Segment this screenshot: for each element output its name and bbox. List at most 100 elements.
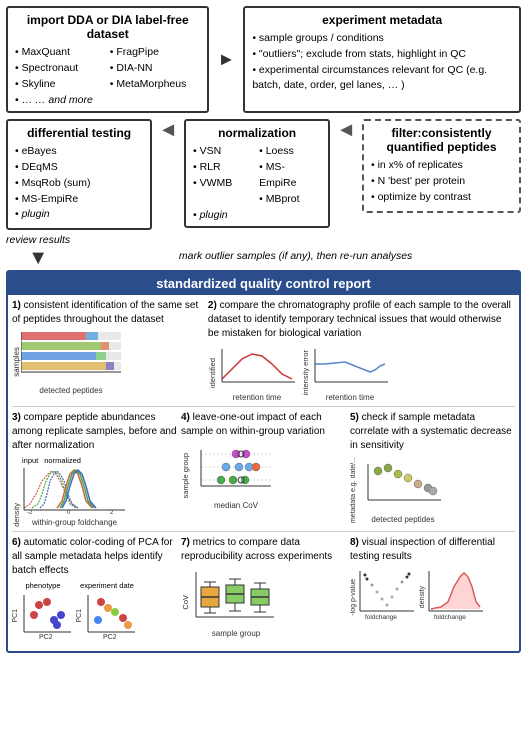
chart8a: -log p-value [350,567,417,628]
chart3-area: density input normalized [12,456,177,527]
review-left: review results ▼ [6,234,70,268]
svg-text:0: 0 [67,510,71,514]
chart6a: phenotype PC1 [12,581,74,643]
filter-list: in x% of replicates N 'best' per protein… [371,158,512,205]
diff-item-3: MsqRob (sum) [15,176,143,192]
chart1-yaxis: samples [12,347,21,377]
chart3-label-norm: normalized [44,456,81,465]
qc-cell-1: 1) consistent identification of the same… [12,299,204,402]
qc-desc-7: 7) metrics to compare data reproducibili… [181,536,346,564]
norm-extra: • plugin [193,209,321,221]
norm-col2: Loess MS-EmpiRe MBprot [259,144,321,207]
norm-list: VSN RLR VWMB Loess MS-EmpiRe MBprot [193,144,321,207]
chart6b-svg: PC2 [83,590,138,643]
qc-row-3: 6) automatic color-coding of PCA for all… [12,536,515,647]
chart2a-xaxis: retention time [217,393,297,402]
chart2a-yaxis: identified [208,358,217,388]
chart3-yaxis: density [12,503,21,527]
chart2a-inner: identified retention time [208,344,297,402]
chart3-label-input: input [22,456,38,465]
svg-text:PC2: PC2 [103,634,117,640]
norm-col1: VSN RLR VWMB [193,144,255,207]
chart5-yaxis: metadata e.g. date/... [350,457,357,523]
qc-desc-8: 8) visual inspection of differential tes… [350,536,515,564]
svg-text:PC2: PC2 [39,634,53,640]
qc-row-2: 3) compare peptide abundances among repl… [12,411,515,532]
norm-title: normalization [193,126,321,140]
chart8a-yaxis: -log p-value [350,579,357,616]
chart5-area: metadata e.g. date/... [350,456,515,524]
qc-desc-5: 5) check if sample metadata correlate wi… [350,411,515,453]
chart6b-label: experiment date [76,581,138,590]
qc-cell-5: 5) check if sample metadata correlate wi… [350,411,515,527]
chart8a-svg: foldchange [357,567,417,628]
chart2b-inner: intensity error retention time [301,344,390,402]
norm-item-5: MS-EmpiRe [259,160,321,192]
arrow-down-icon: ▼ [28,248,48,268]
filter-item-1: in x% of replicates [371,158,512,174]
import-item-1: MaxQuant [15,45,106,61]
qc-content: 1) consistent identification of the same… [8,295,519,651]
import-title: import DDA or DIA label-free dataset [15,13,200,41]
chart6a-inner: PC1 [12,590,74,643]
svg-text:foldchange: foldchange [365,614,397,621]
chart2b-svg: retention time [310,344,390,402]
import-list: MaxQuant Spectronaut Skyline FragPipe DI… [15,45,200,92]
chart5-xaxis: detected peptides [358,515,448,524]
diff-title: differential testing [15,126,143,140]
chart2a-svg: retention time [217,344,297,402]
filter-box: filter:consistently quantified peptides … [362,119,521,212]
chart6b-yaxis: PC1 [76,609,83,623]
qc-cell-4: 4) leave-one-out impact of each sample o… [181,411,346,527]
chart2a: identified retention time [208,344,297,402]
chart1-xaxis: detected peptides [21,386,121,395]
chart2b-xaxis: retention time [310,393,390,402]
qc-desc-6: 6) automatic color-coding of PCA for all… [12,536,177,578]
qc-cell-3: 3) compare peptide abundances among repl… [12,411,177,527]
chart3-svg: input normalized [22,456,127,527]
chart6a-yaxis: PC1 [12,609,19,623]
chart6b-inner: PC1 [76,590,138,643]
review-section: review results ▼ mark outlier samples (i… [6,234,521,268]
chart8a-inner: -log p-value [350,567,417,628]
qc-desc-2: 2) compare the chromatography profile of… [208,299,515,341]
norm-box: normalization VSN RLR VWMB Loess MS-Empi… [184,119,330,228]
chart6a-svg: PC2 [19,590,74,643]
qc-desc-3: 3) compare peptide abundances among repl… [12,411,177,453]
norm-item-4: Loess [259,144,321,160]
svg-text:foldchange: foldchange [434,614,466,621]
filter-item-3: optimize by contrast [371,190,512,206]
filter-title: filter:consistently quantified peptides [371,126,512,154]
chart6b: experiment date PC1 [76,581,138,643]
exp-item-3: experimental circumstances relevant for … [252,63,512,95]
review-label: review results [6,234,70,248]
chart5-svg: detected peptides [358,456,448,524]
chart8b: density foldchange [419,567,486,628]
qc-row-1: 1) consistent identification of the same… [12,299,515,407]
svg-text:-2: -2 [27,510,33,514]
exp-item-1: sample groups / conditions [252,31,512,47]
experiment-title: experiment metadata [252,13,512,27]
arrow-norm-filter: ◄ [336,119,356,142]
norm-item-2: RLR [193,160,255,176]
chart8-area: -log p-value [350,567,515,628]
import-item-2: Spectronaut [15,61,106,77]
chart1-svg: detected peptides [21,330,121,395]
main-container: import DDA or DIA label-free dataset Max… [0,0,527,659]
diff-box: differential testing eBayes DEqMS MsqRob… [6,119,152,230]
diff-list: eBayes DEqMS MsqRob (sum) MS-EmpiRe plug… [15,144,143,223]
import-box: import DDA or DIA label-free dataset Max… [6,6,209,113]
qc-desc-4: 4) leave-one-out impact of each sample o… [181,411,346,439]
import-col2: FragPipe DIA-NN MetaMorpheus [110,45,201,92]
qc-cell-2: 2) compare the chromatography profile of… [208,299,515,402]
chart1-area: samples [12,330,204,395]
qc-cell-7: 7) metrics to compare data reproducibili… [181,536,346,643]
exp-item-2: "outliers"; exclude from stats, highligh… [252,47,512,63]
diff-item-2: DEqMS [15,160,143,176]
import-extra: • … … and more [15,94,200,106]
chart3-legend: input normalized [22,456,127,465]
chart7-yaxis: CoV [181,595,190,610]
chart4-xaxis: median CoV [191,501,281,510]
qc-cell-8: 8) visual inspection of differential tes… [350,536,515,643]
norm-item-1: VSN [193,144,255,160]
